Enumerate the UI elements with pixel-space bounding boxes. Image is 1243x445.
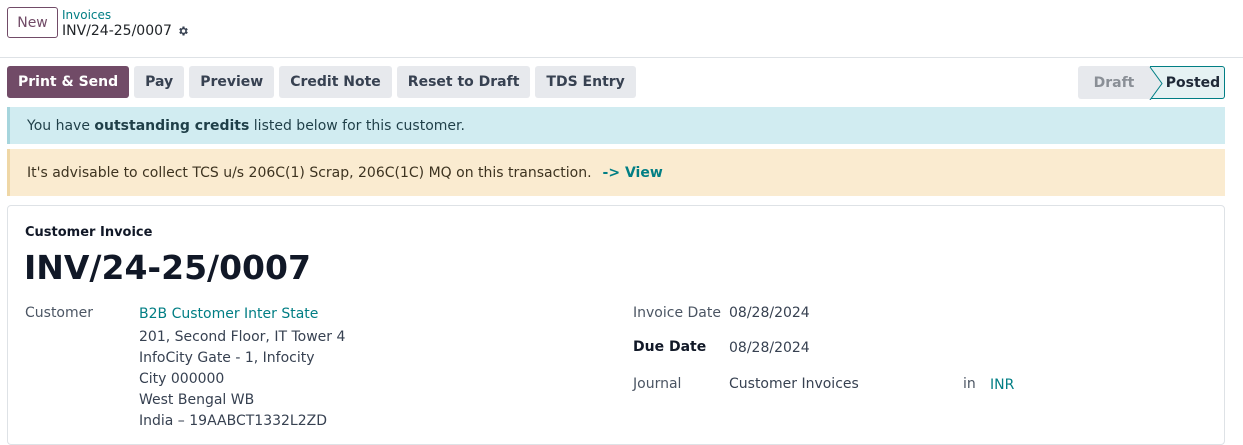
journal-field[interactable]: Customer Invoices bbox=[729, 376, 859, 392]
alert-info-prefix: You have bbox=[27, 117, 95, 134]
alert-info-bold: outstanding credits bbox=[94, 117, 250, 134]
address-line: 201, Second Floor, IT Tower 4 bbox=[139, 329, 346, 345]
status-arrow-icon bbox=[1149, 67, 1163, 100]
invoice-date-field[interactable]: 08/28/2024 bbox=[729, 305, 810, 321]
alert-warning-text: It's advisable to collect TCS u/s 206C(1… bbox=[27, 164, 592, 181]
tds-entry-button[interactable]: TDS Entry bbox=[535, 66, 636, 98]
reset-to-draft-button[interactable]: Reset to Draft bbox=[396, 66, 531, 98]
invoice-number-title: INV/24-25/0007 bbox=[24, 248, 311, 287]
due-date-label: Due Date bbox=[633, 339, 707, 355]
credit-note-button[interactable]: Credit Note bbox=[279, 66, 392, 98]
customer-link[interactable]: B2B Customer Inter State bbox=[139, 306, 318, 322]
in-label: in bbox=[963, 376, 976, 392]
breadcrumb-invoices[interactable]: Invoices bbox=[62, 8, 111, 22]
gear-icon[interactable] bbox=[177, 25, 189, 37]
tcs-view-link[interactable]: -> View bbox=[603, 165, 663, 181]
status-posted-label: Posted bbox=[1165, 74, 1221, 91]
due-date-field[interactable]: 08/28/2024 bbox=[729, 340, 810, 356]
outstanding-credits-alert: You have outstanding credits listed belo… bbox=[7, 107, 1225, 144]
address-line: InfoCity Gate - 1, Infocity bbox=[139, 350, 315, 366]
action-buttons: Print & Send Pay Preview Credit Note Res… bbox=[7, 66, 636, 98]
preview-button[interactable]: Preview bbox=[189, 66, 275, 98]
new-button[interactable]: New bbox=[7, 7, 58, 38]
status-draft[interactable]: Draft bbox=[1078, 66, 1150, 99]
status-bar: Draft Posted bbox=[1078, 66, 1225, 100]
record-name: INV/24-25/0007 bbox=[62, 23, 172, 39]
document-type-label: Customer Invoice bbox=[25, 225, 153, 240]
invoice-date-label: Invoice Date bbox=[633, 305, 721, 321]
status-posted[interactable]: Posted bbox=[1149, 66, 1225, 100]
journal-label: Journal bbox=[633, 376, 682, 392]
record-title: INV/24-25/0007 bbox=[62, 23, 189, 39]
invoice-form-sheet: Customer Invoice INV/24-25/0007 Customer… bbox=[7, 205, 1225, 445]
control-panel: New Invoices INV/24-25/0007 bbox=[0, 0, 1243, 58]
print-send-button[interactable]: Print & Send bbox=[7, 66, 130, 98]
address-line: West Bengal WB bbox=[139, 392, 255, 408]
address-line: City 000000 bbox=[139, 371, 225, 387]
customer-label: Customer bbox=[25, 305, 94, 321]
alert-info-suffix: listed below for this customer. bbox=[249, 117, 465, 134]
pay-button[interactable]: Pay bbox=[134, 66, 185, 98]
currency-link[interactable]: INR bbox=[990, 377, 1014, 393]
address-line: India – 19AABCT1332L2ZD bbox=[139, 413, 328, 429]
tcs-warning-alert: It's advisable to collect TCS u/s 206C(1… bbox=[7, 149, 1225, 196]
